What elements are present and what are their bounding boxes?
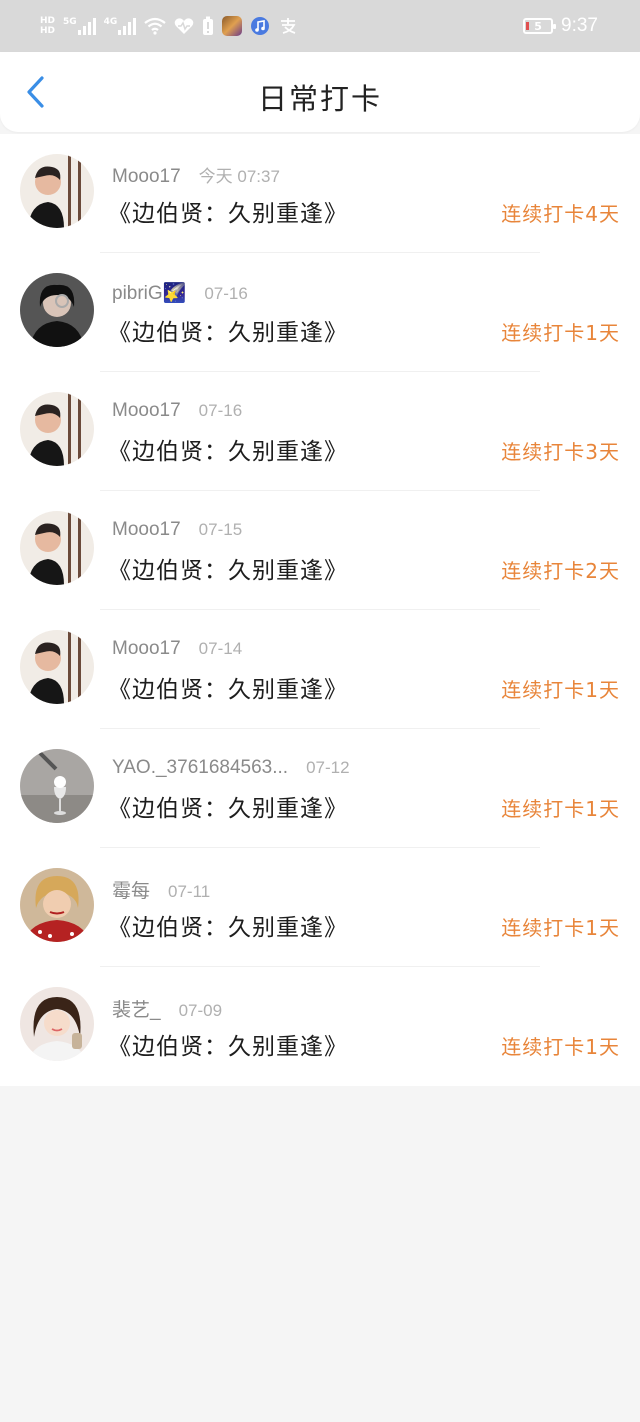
wifi-icon — [144, 17, 167, 35]
battery-level: 5 — [534, 19, 542, 33]
checkin-list: Mooo17 今天 07:37 《边伯贤：久别重逢》 连续打卡4天 pibriG… — [0, 134, 640, 1086]
book-title[interactable]: 《边伯贤：久别重逢》 — [108, 313, 348, 347]
username[interactable]: Mooo17 — [112, 519, 181, 541]
list-item[interactable]: Mooo17 今天 07:37 《边伯贤：久别重逢》 连续打卡4天 — [0, 134, 640, 253]
book-title[interactable]: 《边伯贤：久别重逢》 — [108, 789, 348, 823]
username[interactable]: Mooo17 — [112, 638, 181, 660]
avatar[interactable] — [20, 392, 94, 466]
alert-battery-icon — [203, 16, 214, 35]
book-title[interactable]: 《边伯贤：久别重逢》 — [108, 670, 348, 704]
avatar[interactable] — [20, 154, 94, 228]
list-item[interactable]: Mooo17 07-16 《边伯贤：久别重逢》 连续打卡3天 — [0, 372, 640, 491]
game-app-icon — [222, 16, 243, 36]
list-item[interactable]: Mooo17 07-14 《边伯贤：久别重逢》 连续打卡1天 — [0, 610, 640, 729]
username[interactable]: Mooo17 — [112, 400, 181, 422]
list-item[interactable]: Mooo17 07-15 《边伯贤：久别重逢》 连续打卡2天 — [0, 491, 640, 610]
checkin-date: 07-14 — [198, 639, 243, 658]
hd-top-label: HD — [40, 16, 56, 26]
streak-label: 连续打卡1天 — [501, 1035, 620, 1059]
hd-indicator: HD HD — [40, 16, 55, 36]
checkin-date: 07-11 — [168, 882, 211, 901]
checkin-date: 今天 07:37 — [198, 167, 280, 186]
streak-label: 连续打卡1天 — [501, 797, 620, 821]
book-title[interactable]: 《边伯贤：久别重逢》 — [108, 908, 348, 942]
signal-icon — [77, 17, 96, 35]
avatar[interactable] — [20, 273, 94, 347]
status-bar: HD HD 5G 4G 5 9:37 — [0, 0, 640, 52]
checkin-date: 07-16 — [198, 401, 243, 420]
streak-label: 连续打卡2天 — [501, 559, 620, 583]
page-title: 日常打卡 — [257, 82, 382, 116]
signal-icon-2 — [118, 17, 137, 35]
avatar[interactable] — [20, 511, 94, 585]
network-4g-label: 4G — [103, 17, 118, 27]
streak-label: 连续打卡1天 — [501, 916, 620, 940]
username[interactable]: pibriG🌠 — [112, 281, 186, 305]
music-app-icon — [251, 17, 270, 35]
battery-icon: 5 — [523, 18, 557, 34]
streak-label: 连续打卡1天 — [501, 321, 620, 345]
username[interactable]: 裴艺_ — [112, 995, 161, 1022]
username[interactable]: YAO._3761684563... — [112, 757, 288, 779]
list-item[interactable]: 裴艺_ 07-09 《边伯贤：久别重逢》 连续打卡1天 — [0, 967, 640, 1086]
book-title[interactable]: 《边伯贤：久别重逢》 — [108, 1027, 348, 1061]
alipay-icon — [281, 18, 296, 34]
avatar[interactable] — [20, 630, 94, 704]
checkin-date: 07-16 — [204, 284, 248, 303]
network-5g-label: 5G — [63, 17, 77, 27]
hd-bottom-label: HD — [40, 26, 56, 36]
streak-label: 连续打卡3天 — [501, 440, 620, 464]
avatar[interactable] — [20, 987, 94, 1061]
checkin-date: 07-09 — [178, 1001, 223, 1020]
book-title[interactable]: 《边伯贤：久别重逢》 — [108, 551, 348, 585]
checkin-date: 07-12 — [306, 758, 350, 777]
book-title[interactable]: 《边伯贤：久别重逢》 — [108, 194, 348, 228]
heart-health-icon — [175, 18, 194, 34]
streak-label: 连续打卡1天 — [501, 678, 620, 702]
streak-label: 连续打卡4天 — [501, 202, 620, 226]
avatar[interactable] — [20, 749, 94, 823]
header: 日常打卡 — [0, 52, 640, 132]
avatar[interactable] — [20, 868, 94, 942]
list-item[interactable]: pibriG🌠 07-16 《边伯贤：久别重逢》 连续打卡1天 — [0, 253, 640, 372]
list-item[interactable]: YAO._3761684563... 07-12 《边伯贤：久别重逢》 连续打卡… — [0, 729, 640, 848]
checkin-date: 07-15 — [198, 520, 243, 539]
username[interactable]: Mooo17 — [112, 166, 181, 188]
username[interactable]: 霉每 — [112, 876, 150, 903]
list-item[interactable]: 霉每 07-11 《边伯贤：久别重逢》 连续打卡1天 — [0, 848, 640, 967]
book-title[interactable]: 《边伯贤：久别重逢》 — [108, 432, 348, 466]
clock: 9:37 — [561, 15, 598, 36]
